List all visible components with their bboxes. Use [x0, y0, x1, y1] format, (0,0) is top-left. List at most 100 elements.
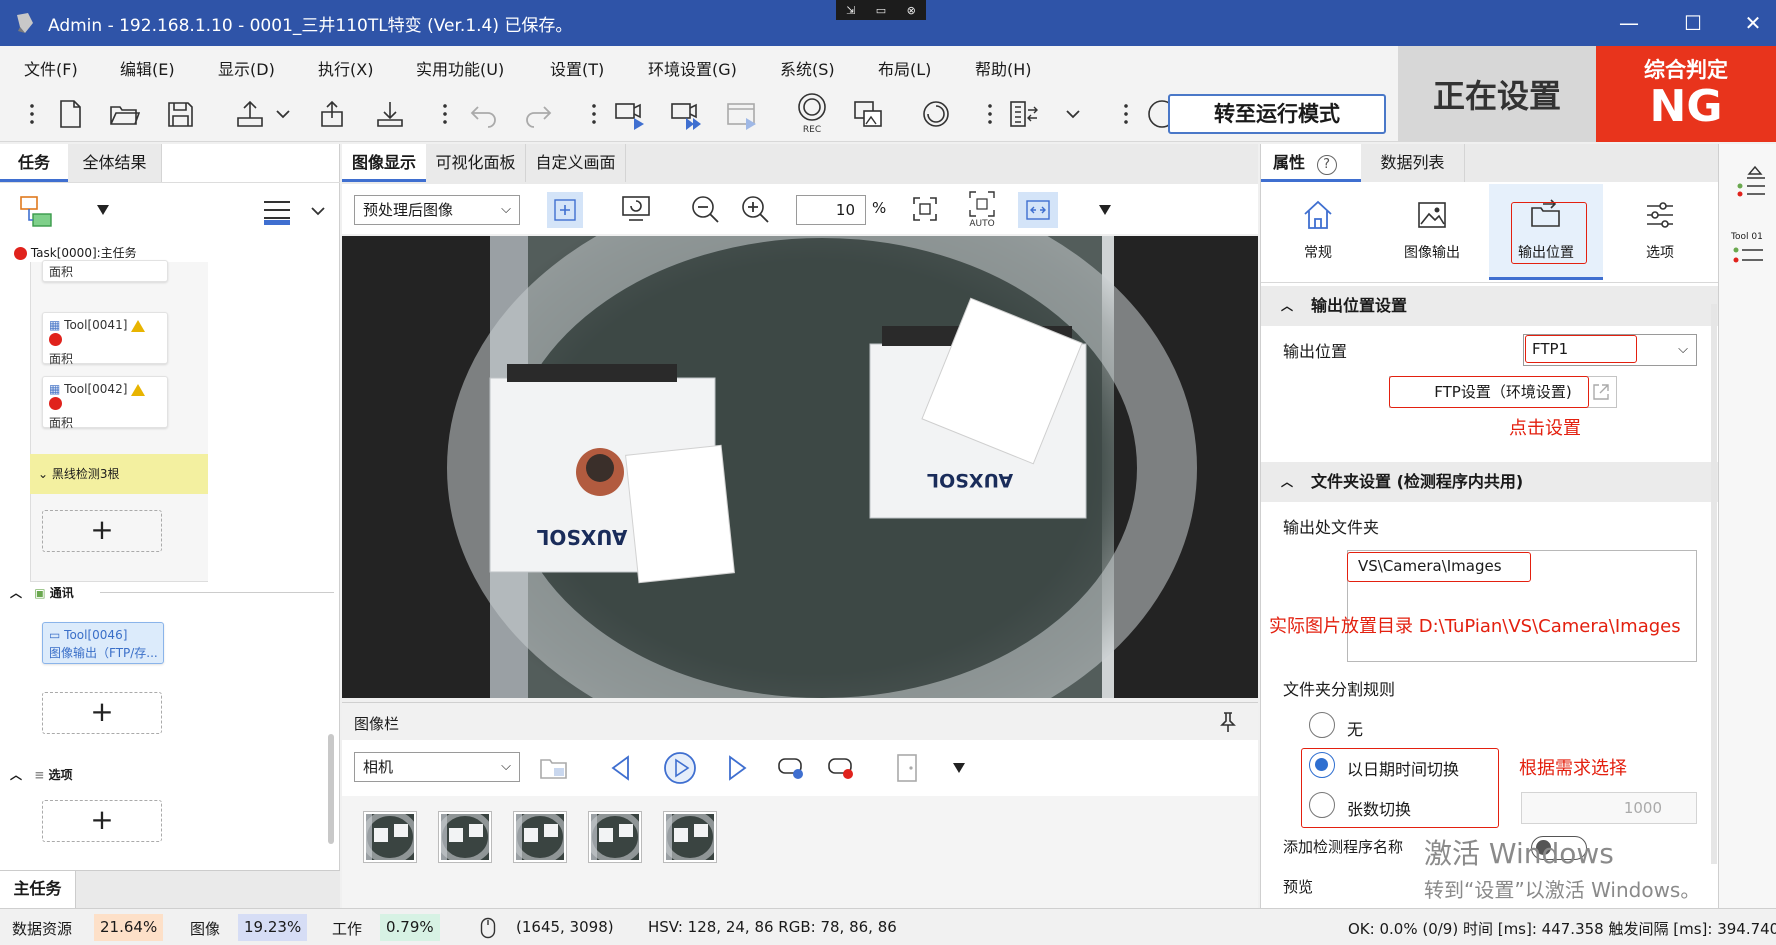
section-communication[interactable]: ︿ ▣ 通讯	[10, 584, 334, 601]
remote-cursor-icon[interactable]: ⇲	[846, 4, 855, 17]
select-region-button[interactable]	[547, 192, 583, 228]
menu-layout[interactable]: 布局(L)	[878, 56, 931, 80]
maximize-button[interactable]: ☐	[1676, 8, 1710, 38]
filter-dropdown-icon[interactable]	[96, 204, 110, 216]
category-image-output[interactable]: 图像输出	[1375, 184, 1489, 280]
exit-door-icon[interactable]	[894, 752, 920, 784]
io-mapping-icon[interactable]	[1008, 98, 1040, 130]
tab-main-task[interactable]: 主任务	[0, 870, 76, 908]
image-settings-icon[interactable]	[852, 98, 884, 130]
tab-image-display[interactable]: 图像显示	[342, 144, 426, 182]
view-dropdown-icon[interactable]	[310, 204, 326, 218]
gallery-more-icon[interactable]	[952, 762, 966, 774]
tool-card-0042[interactable]: ▦ Tool[0042] 面积	[42, 376, 168, 430]
toolbar-grip-icon[interactable]	[1124, 102, 1128, 124]
redo-icon[interactable]	[522, 98, 554, 130]
menu-environment[interactable]: 环境设置(G)	[648, 56, 737, 80]
upload-dropdown-icon[interactable]	[274, 98, 292, 130]
previous-image-icon[interactable]	[608, 754, 634, 782]
menu-utilities[interactable]: 实用功能(U)	[416, 56, 504, 80]
group-black-line-detection[interactable]: ⌄ 黑线检测3根	[30, 454, 208, 494]
record-loop-icon[interactable]	[826, 754, 856, 782]
zoom-in-icon[interactable]	[740, 194, 770, 224]
menu-execute[interactable]: 执行(X)	[318, 56, 373, 80]
image-thumbnail[interactable]	[664, 812, 716, 862]
toolbar-grip-icon[interactable]	[988, 102, 992, 124]
image-thumbnail[interactable]	[589, 812, 641, 862]
tool-status-icon[interactable]	[1731, 244, 1765, 266]
remote-close-icon[interactable]: ⊗	[907, 4, 916, 17]
image-thumbnail[interactable]	[439, 812, 491, 862]
flow-list-icon[interactable]	[1733, 164, 1769, 200]
help-icon[interactable]: ?	[1316, 155, 1337, 175]
next-image-icon[interactable]	[724, 754, 750, 782]
list-view-icon[interactable]	[262, 198, 292, 226]
image-source-select[interactable]: 预处理后图像 ⌵	[354, 195, 520, 225]
record-icon[interactable]: REC	[796, 92, 828, 134]
task-flow-icon[interactable]	[18, 194, 54, 230]
section-output-location-settings[interactable]: ︿ 输出位置设置	[1261, 286, 1719, 326]
auto-fit-icon[interactable]: AUTO	[962, 188, 1002, 228]
add-option-tool-button[interactable]: +	[42, 800, 162, 842]
menu-file[interactable]: 文件(F)	[24, 56, 78, 80]
menu-help[interactable]: 帮助(H)	[975, 56, 1032, 80]
save-icon[interactable]	[164, 98, 196, 130]
io-dropdown-icon[interactable]	[1064, 98, 1082, 130]
toolbar-grip-icon[interactable]	[30, 102, 34, 124]
menu-edit[interactable]: 编辑(E)	[120, 56, 175, 80]
run-mode-button[interactable]: 转至运行模式	[1168, 94, 1386, 134]
open-image-folder-icon[interactable]	[538, 754, 570, 782]
category-options[interactable]: 选项	[1603, 184, 1717, 280]
tool-card-0041[interactable]: ▦ Tool[0041] 面积	[42, 312, 168, 366]
sync-view-button[interactable]	[1018, 192, 1058, 228]
task-item[interactable]: Task[0000]:主任务	[14, 244, 137, 261]
property-scrollbar[interactable]	[1711, 304, 1717, 864]
tab-visual-panel[interactable]: 可视化面板	[426, 144, 526, 182]
screen-refresh-icon[interactable]	[620, 194, 652, 224]
image-thumbnail[interactable]	[364, 812, 416, 862]
toolbar-grip-icon[interactable]	[443, 102, 447, 124]
section-options[interactable]: ︿ ≡ 选项	[10, 766, 72, 783]
loop-image-icon[interactable]	[776, 754, 806, 782]
add-comm-tool-button[interactable]: +	[42, 692, 162, 734]
close-button[interactable]: ✕	[1736, 8, 1770, 38]
count-stepper[interactable]: 1000	[1521, 792, 1697, 824]
tool-card-partial[interactable]: 面积	[42, 260, 168, 282]
menu-system[interactable]: 系统(S)	[780, 56, 835, 80]
task-panel-scrollbar[interactable]	[328, 734, 334, 844]
refresh-cycle-icon[interactable]	[920, 98, 952, 130]
tab-data-list[interactable]: 数据列表	[1361, 144, 1465, 182]
new-file-icon[interactable]	[54, 98, 86, 130]
run-once-icon[interactable]	[614, 98, 646, 130]
menu-settings[interactable]: 设置(T)	[550, 56, 604, 80]
upload-icon[interactable]	[234, 98, 266, 130]
menu-display[interactable]: 显示(D)	[218, 56, 275, 80]
tab-task[interactable]: 任务	[0, 144, 68, 182]
camera-select[interactable]: 相机 ⌵	[354, 752, 520, 782]
external-link-icon[interactable]	[1591, 382, 1611, 402]
fit-screen-icon[interactable]	[912, 196, 938, 222]
image-thumbnail[interactable]	[514, 812, 566, 862]
play-images-icon[interactable]	[662, 750, 698, 786]
pin-icon[interactable]	[1218, 711, 1238, 733]
radio-none[interactable]	[1309, 712, 1335, 738]
open-folder-icon[interactable]	[108, 98, 140, 130]
tab-all-results[interactable]: 全体结果	[68, 144, 162, 182]
run-screen-icon[interactable]	[726, 98, 758, 130]
more-dropdown-icon[interactable]	[1098, 204, 1112, 216]
toolbar-grip-icon[interactable]	[592, 102, 596, 124]
undo-icon[interactable]	[468, 98, 500, 130]
section-folder-settings[interactable]: ︿ 文件夹设置 (检测程序内共用)	[1261, 462, 1719, 502]
zoom-input[interactable]: 10	[796, 195, 866, 225]
run-continuous-icon[interactable]	[670, 98, 702, 130]
minimize-button[interactable]: —	[1612, 8, 1646, 38]
tab-properties[interactable]: 属性 ?	[1261, 144, 1361, 182]
camera-image-view[interactable]: AUXSOL AUXSOL	[342, 236, 1258, 698]
import-icon[interactable]	[374, 98, 406, 130]
add-tool-button[interactable]: +	[42, 510, 162, 552]
tab-custom-screen[interactable]: 自定义画面	[526, 144, 626, 182]
category-general[interactable]: 常规	[1261, 184, 1375, 280]
remote-screen-icon[interactable]: ▭	[876, 4, 886, 17]
zoom-out-icon[interactable]	[690, 194, 720, 224]
tool-card-0046[interactable]: ▭ Tool[0046] 图像输出（FTP/存...	[42, 622, 164, 664]
